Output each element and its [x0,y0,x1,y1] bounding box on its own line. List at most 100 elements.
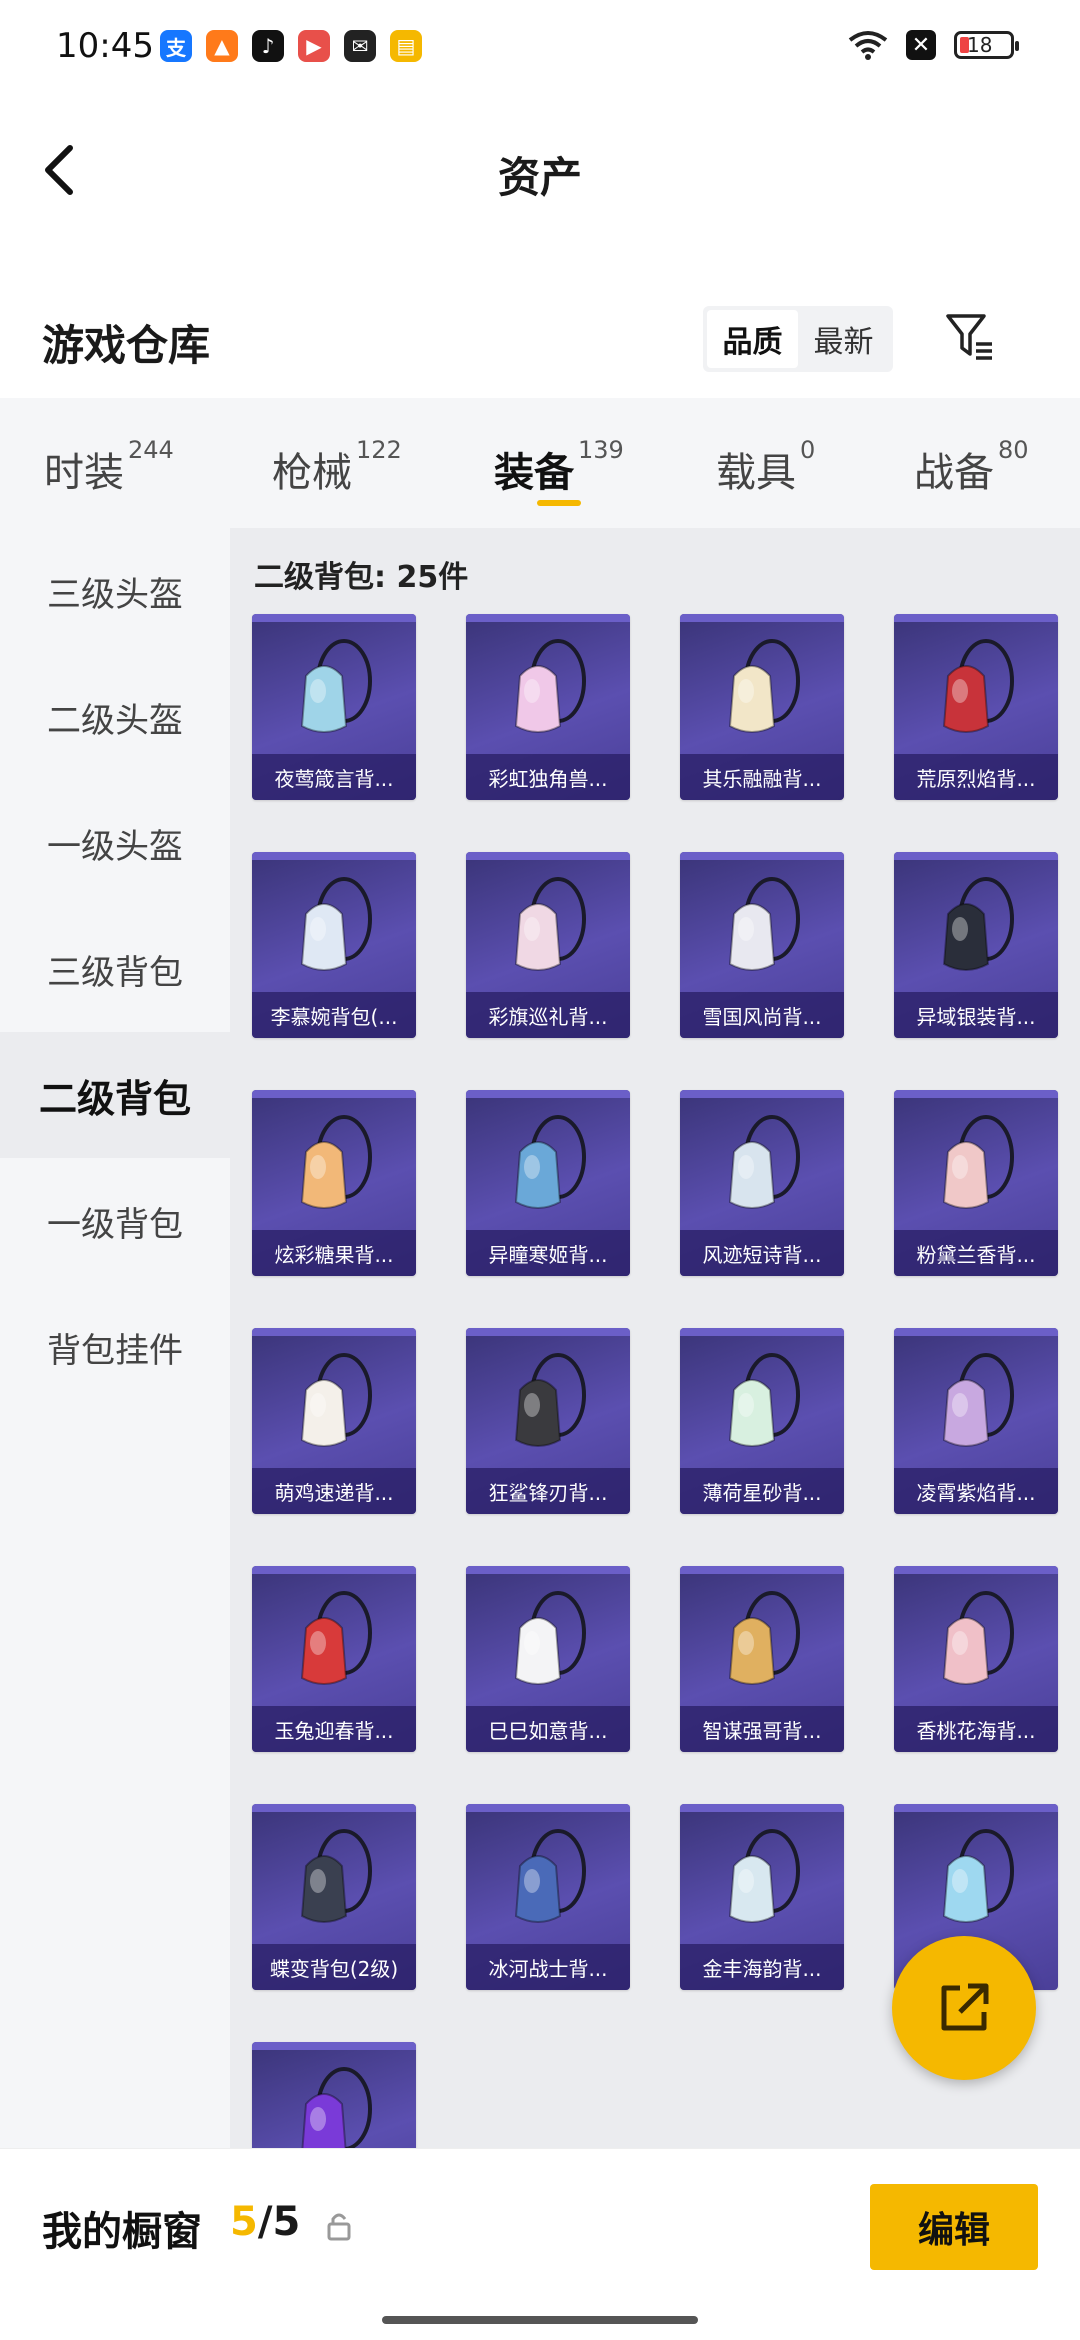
backpack-item-card[interactable]: 粉黛兰香背... [894,1090,1058,1276]
backpack-item-card[interactable]: 凌霄紫焰背... [894,1328,1058,1514]
sidebar-item-backpack-charm[interactable]: 背包挂件 [0,1284,230,1410]
backpack-item-card[interactable]: 狂鲨锋刃背... [466,1328,630,1514]
backpack-item-card[interactable]: 冰河战士背... [466,1804,630,1990]
item-name: 彩旗巡礼背... [466,992,630,1038]
sort-toggle: 品质 最新 [703,306,893,372]
sidebar-item-helmet-lv1[interactable]: 一级头盔 [0,780,230,906]
wifi-icon [848,31,888,60]
backpack-icon [942,877,1014,971]
sidebar-item-backpack-lv1[interactable]: 一级背包 [0,1158,230,1284]
backpack-item-card[interactable]: 其乐融融背... [680,614,844,800]
tab-label: 载具 [716,450,796,496]
backpack-icon [514,1115,586,1209]
tab-count: 0 [800,436,816,464]
sidebar-item-backpack-lv2[interactable]: 二级背包 [0,1032,230,1158]
backpack-item-card[interactable]: 彩旗巡礼背... [466,852,630,1038]
item-name: 李慕婉背包(... [252,992,416,1038]
backpack-item-card[interactable] [252,2042,416,2148]
backpack-item-card[interactable]: 智谋强哥背... [680,1566,844,1752]
item-name: 风迹短诗背... [680,1230,844,1276]
backpack-icon [300,1591,372,1685]
backpack-icon [728,639,800,733]
showcase-separator: / [257,2199,273,2245]
backpack-item-card[interactable]: 夜莺箴言背... [252,614,416,800]
backpack-item-card[interactable]: 金丰海韵背... [680,1804,844,1990]
sidebar-item-backpack-lv3[interactable]: 三级背包 [0,906,230,1032]
lock-icon [327,2213,351,2241]
backpack-icon [300,1829,372,1923]
backpack-item-card[interactable]: 风迹短诗背... [680,1090,844,1276]
showcase-count: 5/5 [230,2199,300,2245]
group-title: 二级背包: 25件 [254,560,469,595]
backpack-icon [514,1829,586,1923]
backpack-icon [728,1115,800,1209]
backpack-item-card[interactable]: 萌鸡速递背... [252,1328,416,1514]
tab-vehicles[interactable]: 载具 0 [716,436,815,498]
status-time: 10:45 [56,26,154,66]
backpack-item-card[interactable]: 异瞳寒姬背... [466,1090,630,1276]
item-name: 荒原烈焰背... [894,754,1058,800]
home-indicator[interactable] [382,2316,698,2324]
backpack-item-card[interactable]: 彩虹独角兽... [466,614,630,800]
backpack-icon [301,2067,372,2148]
tab-firearms[interactable]: 枪械 122 [272,436,402,498]
item-name: 夜莺箴言背... [252,754,416,800]
showcase-bar: 我的橱窗 5/5 编辑 [0,2148,1080,2298]
item-name: 薄荷星砂背... [680,1468,844,1514]
item-name: 彩虹独角兽... [466,754,630,800]
subcategory-sidebar: 三级头盔 二级头盔 一级头盔 三级背包 二级背包 一级背包 背包挂件 [0,528,230,2148]
item-name: 冰河战士背... [466,1944,630,1990]
backpack-item-card[interactable]: 玉兔迎春背... [252,1566,416,1752]
showcase-current: 5 [230,2199,258,2245]
filter-icon[interactable] [944,310,996,362]
backpack-item-card[interactable]: 香桃花海背... [894,1566,1058,1752]
tiktok-icon: ♪ [252,30,284,62]
sort-newest-option[interactable]: 最新 [798,310,889,368]
reader-app-icon: ▤ [390,30,422,62]
active-tab-indicator [536,500,581,506]
sim-off-icon: ✕ [906,30,936,60]
backpack-item-card[interactable]: 薄荷星砂背... [680,1328,844,1514]
sort-quality-option[interactable]: 品质 [707,310,798,368]
tab-count: 244 [128,436,174,464]
share-external-icon [941,1983,989,2031]
item-name: 异瞳寒姬背... [466,1230,630,1276]
item-name: 凌霄紫焰背... [894,1468,1058,1514]
edit-button[interactable]: 编辑 [870,2184,1038,2270]
item-name: 金丰海韵背... [680,1944,844,1990]
tab-label: 装备 [494,450,574,496]
tab-equipment[interactable]: 装备 139 [494,436,624,506]
page-title: 资产 [497,153,582,202]
item-name: 萌鸡速递背... [252,1468,416,1514]
backpack-icon [942,1591,1014,1685]
backpack-icon [514,639,586,733]
battery-icon: 18 [954,31,1019,59]
backpack-item-card[interactable]: 巳巳如意背... [466,1566,630,1752]
backpack-item-card[interactable]: 雪国风尚背... [680,852,844,1038]
status-app-icons: 支 ▲ ♪ ▶ ✉ ▤ [160,30,422,62]
item-name: 巳巳如意背... [466,1706,630,1752]
share-fab[interactable] [892,1936,1036,2080]
backpack-icon [300,1115,372,1209]
backpack-item-card[interactable]: 炫彩糖果背... [252,1090,416,1276]
backpack-icon [514,1353,586,1447]
battery-level: 18 [967,33,993,57]
tab-fashion[interactable]: 时装 244 [44,436,174,498]
video-app-icon: ▶ [298,30,330,62]
showcase-label: 我的橱窗 [42,2209,202,2255]
sidebar-item-helmet-lv2[interactable]: 二级头盔 [0,654,230,780]
map-app-icon: ▲ [206,30,238,62]
alipay-icon: 支 [160,30,192,62]
backpack-item-card[interactable]: 李慕婉背包(... [252,852,416,1038]
backpack-item-card[interactable]: 蝶变背包(2级) [252,1804,416,1990]
backpack-item-card[interactable]: 异域银装背... [894,852,1058,1038]
backpack-icon [728,1829,800,1923]
backpack-item-card[interactable]: 荒原烈焰背... [894,614,1058,800]
status-indicators: ✕ 18 [848,30,1019,60]
backpack-icon [942,1115,1014,1209]
sidebar-item-helmet-lv3[interactable]: 三级头盔 [0,528,230,654]
backpack-icon [728,1353,800,1447]
tab-supplies[interactable]: 战备 80 [914,436,1029,498]
backpack-icon [300,1353,372,1447]
item-name: 雪国风尚背... [680,992,844,1038]
